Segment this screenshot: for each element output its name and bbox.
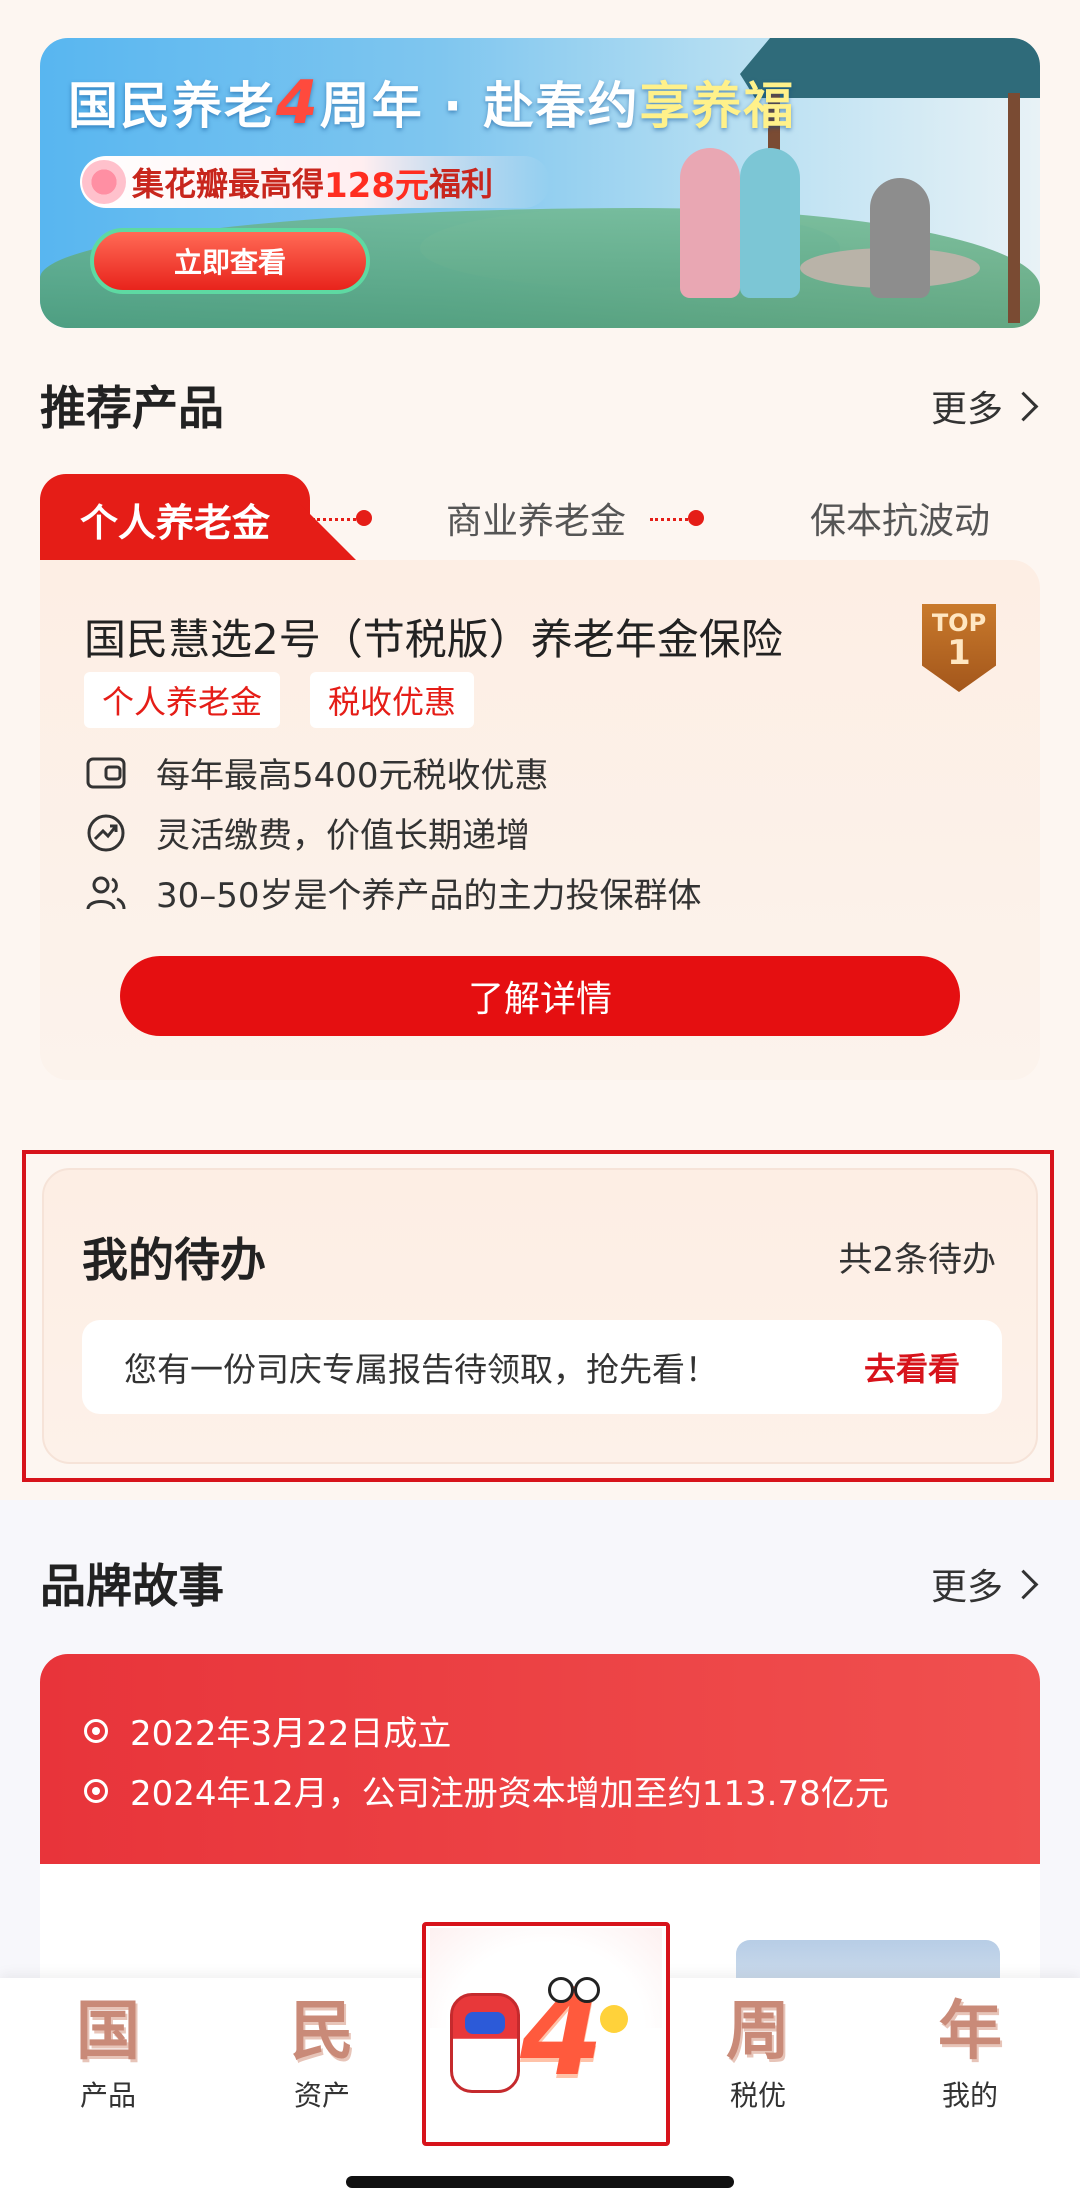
- todo-count[interactable]: 共2条待办: [838, 1232, 996, 1281]
- robot-mascot-icon: [450, 1993, 520, 2093]
- todo-item[interactable]: 您有一份司庆专属报告待领取，抢先看！ 去看看: [82, 1320, 1002, 1414]
- feature-row: 30–50岁是个养产品的主力投保群体: [84, 868, 702, 917]
- more-label: 更多: [930, 1567, 1003, 1608]
- growth-icon: [87, 814, 125, 851]
- promo-banner[interactable]: 国民养老4周年 · 赴春约享养福 集花瓣最高得 128元 福利 立即查看: [40, 38, 1040, 328]
- nav-glyph-icon: 年: [938, 1994, 1002, 2069]
- more-label: 更多: [930, 389, 1003, 430]
- brand-fact: 2022年3月22日成立: [84, 1706, 451, 1755]
- nav-item-products[interactable]: 国 产品: [28, 1992, 188, 2114]
- feature-row: 灵活缴费，价值长期递增: [84, 808, 530, 857]
- brand-more-link[interactable]: 更多: [930, 1558, 1039, 1610]
- nav-item-mine[interactable]: 年 我的: [890, 1992, 1050, 2114]
- home-indicator[interactable]: [346, 2176, 734, 2188]
- banner-view-button[interactable]: 立即查看: [90, 228, 370, 294]
- recommend-more-link[interactable]: 更多: [930, 380, 1039, 432]
- nav-label: 资产: [293, 2079, 350, 2112]
- anniversary-mascot-icon[interactable]: 4: [450, 1969, 640, 2115]
- wallet-icon: [86, 757, 126, 788]
- product-card[interactable]: 国民慧选2号（节税版）养老年金保险 TOP 1 个人养老金 税收优惠 每年最高5…: [40, 560, 1040, 1080]
- product-tabs: 个人养老金 商业养老金 保本抗波动: [40, 474, 1040, 564]
- brand-card[interactable]: 2022年3月22日成立 2024年12月，公司注册资本增加至约113.78亿元: [40, 1654, 1040, 1864]
- tab-connector-dot: [688, 510, 704, 526]
- banner-figure: [870, 178, 930, 298]
- nav-glyph-icon: 民: [290, 1994, 354, 2069]
- feature-text: 灵活缴费，价值长期递增: [156, 816, 530, 856]
- nav-item-assets[interactable]: 民 资产: [242, 1992, 402, 2114]
- banner-title: 国民养老4周年 · 赴春约享养福: [68, 68, 796, 138]
- brand-fact-text: 2024年12月，公司注册资本增加至约113.78亿元: [130, 1774, 889, 1814]
- tab-commercial-pension[interactable]: 商业养老金: [446, 492, 626, 544]
- feature-text: 每年最高5400元税收优惠: [156, 756, 549, 796]
- top-rank-badge: TOP 1: [922, 604, 996, 692]
- product-title: 国民慧选2号（节税版）养老年金保险: [84, 615, 783, 664]
- todo-title: 我的待办: [82, 1233, 266, 1287]
- badge-rank: 1: [947, 633, 971, 673]
- users-icon: [86, 876, 126, 909]
- recommend-title: 推荐产品: [40, 381, 224, 435]
- nav-item-tax[interactable]: 周 税优: [678, 1992, 838, 2114]
- banner-subtitle: 集花瓣最高得 128元 福利: [80, 156, 550, 208]
- todo-item-text: 您有一份司庆专属报告待领取，抢先看！: [124, 1350, 718, 1389]
- mascot-eye: [548, 1977, 574, 2003]
- flower-icon: [82, 160, 126, 204]
- todo-card: 我的待办 共2条待办 您有一份司庆专属报告待领取，抢先看！ 去看看: [42, 1168, 1038, 1464]
- tab-connector: [312, 518, 362, 521]
- nav-glyph-icon: 国: [76, 1994, 140, 2069]
- nav-glyph-icon: 周: [726, 1994, 790, 2069]
- feature-text: 30–50岁是个养产品的主力投保群体: [156, 876, 702, 916]
- nav-label: 产品: [79, 2079, 136, 2112]
- banner-figure: [680, 148, 740, 298]
- bullet-icon: [84, 1778, 108, 1803]
- smiley-icon: [600, 2005, 628, 2033]
- product-tag: 税收优惠: [310, 672, 475, 728]
- bullet-icon: [84, 1718, 108, 1743]
- product-tag: 个人养老金: [84, 672, 281, 728]
- brand-fact: 2024年12月，公司注册资本增加至约113.78亿元: [84, 1766, 889, 1815]
- brand-title: 品牌故事: [40, 1559, 224, 1613]
- tab-personal-pension[interactable]: 个人养老金: [40, 474, 310, 564]
- chevron-right-icon: [1008, 1569, 1039, 1599]
- feature-row: 每年最高5400元税收优惠: [84, 748, 549, 797]
- brand-fact-text: 2022年3月22日成立: [130, 1714, 452, 1754]
- learn-more-button[interactable]: 了解详情: [120, 956, 960, 1036]
- mascot-eye: [574, 1977, 600, 2003]
- nav-label: 税优: [729, 2079, 786, 2112]
- nav-label: 我的: [941, 2079, 998, 2112]
- tab-capital-protection[interactable]: 保本抗波动: [810, 492, 990, 544]
- todo-go-button[interactable]: 去看看: [864, 1344, 960, 1390]
- tab-connector-dot: [356, 510, 372, 526]
- chevron-right-icon: [1008, 391, 1039, 421]
- banner-figure: [740, 148, 800, 298]
- banner-pavilion-pillar: [1008, 93, 1020, 323]
